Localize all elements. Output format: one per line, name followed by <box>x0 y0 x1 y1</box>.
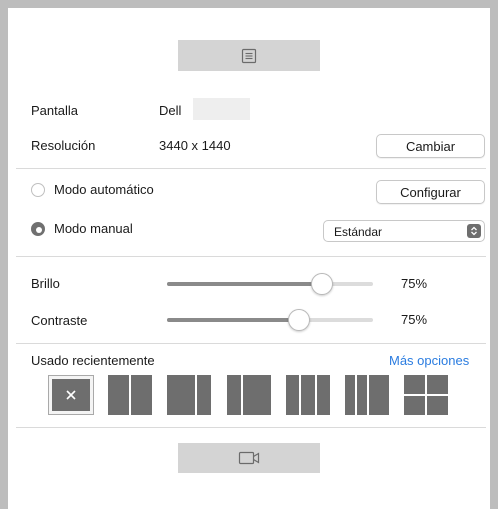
layout-two-columns[interactable] <box>108 375 152 415</box>
video-camera-icon <box>238 451 260 465</box>
more-options-link[interactable]: Más opciones <box>389 353 469 369</box>
layout-three-columns[interactable] <box>286 375 330 415</box>
divider <box>16 256 486 257</box>
auto-mode-label: Modo automático <box>54 182 154 197</box>
camera-button[interactable] <box>178 443 320 473</box>
auto-mode-radio[interactable] <box>31 183 45 197</box>
contrast-slider-fill <box>167 318 299 322</box>
brightness-value: 75% <box>401 276 428 291</box>
divider <box>16 427 486 428</box>
menu-button[interactable] <box>178 40 320 71</box>
updown-chevron-icon <box>467 224 481 238</box>
brightness-slider-knob[interactable] <box>311 273 333 295</box>
display-label: Pantalla <box>31 103 78 118</box>
clear-layout-button[interactable] <box>48 375 94 415</box>
display-value: Dell <box>159 103 182 118</box>
recent-label: Usado recientemente <box>31 353 155 368</box>
manual-mode-radio[interactable] <box>31 222 45 236</box>
contrast-slider[interactable] <box>167 318 373 322</box>
contrast-slider-knob[interactable] <box>288 309 310 331</box>
close-icon <box>66 390 76 400</box>
configure-button[interactable]: Configurar <box>376 180 485 204</box>
resolution-label: Resolución <box>31 138 96 153</box>
contrast-value: 75% <box>401 312 428 327</box>
brightness-slider-fill <box>167 282 322 286</box>
layout-three-columns-wide[interactable] <box>345 375 389 415</box>
manual-mode-label: Modo manual <box>54 221 133 236</box>
divider <box>16 343 486 344</box>
layout-wide-right[interactable] <box>227 375 271 415</box>
clear-layout-tile <box>52 379 90 411</box>
brightness-label: Brillo <box>31 276 60 291</box>
contrast-label: Contraste <box>31 313 88 328</box>
preset-select[interactable]: Estándar <box>323 220 485 242</box>
divider <box>16 168 486 169</box>
brightness-slider[interactable] <box>167 282 373 286</box>
resolution-value: 3440 x 1440 <box>159 138 231 153</box>
layout-four-quadrants[interactable] <box>404 375 448 415</box>
preset-select-value: Estándar <box>334 225 383 239</box>
document-lines-icon <box>241 48 257 63</box>
display-settings-panel <box>8 8 490 509</box>
layout-wide-left[interactable] <box>167 375 211 415</box>
display-name-redaction <box>193 98 250 120</box>
change-resolution-button[interactable]: Cambiar <box>376 134 485 158</box>
